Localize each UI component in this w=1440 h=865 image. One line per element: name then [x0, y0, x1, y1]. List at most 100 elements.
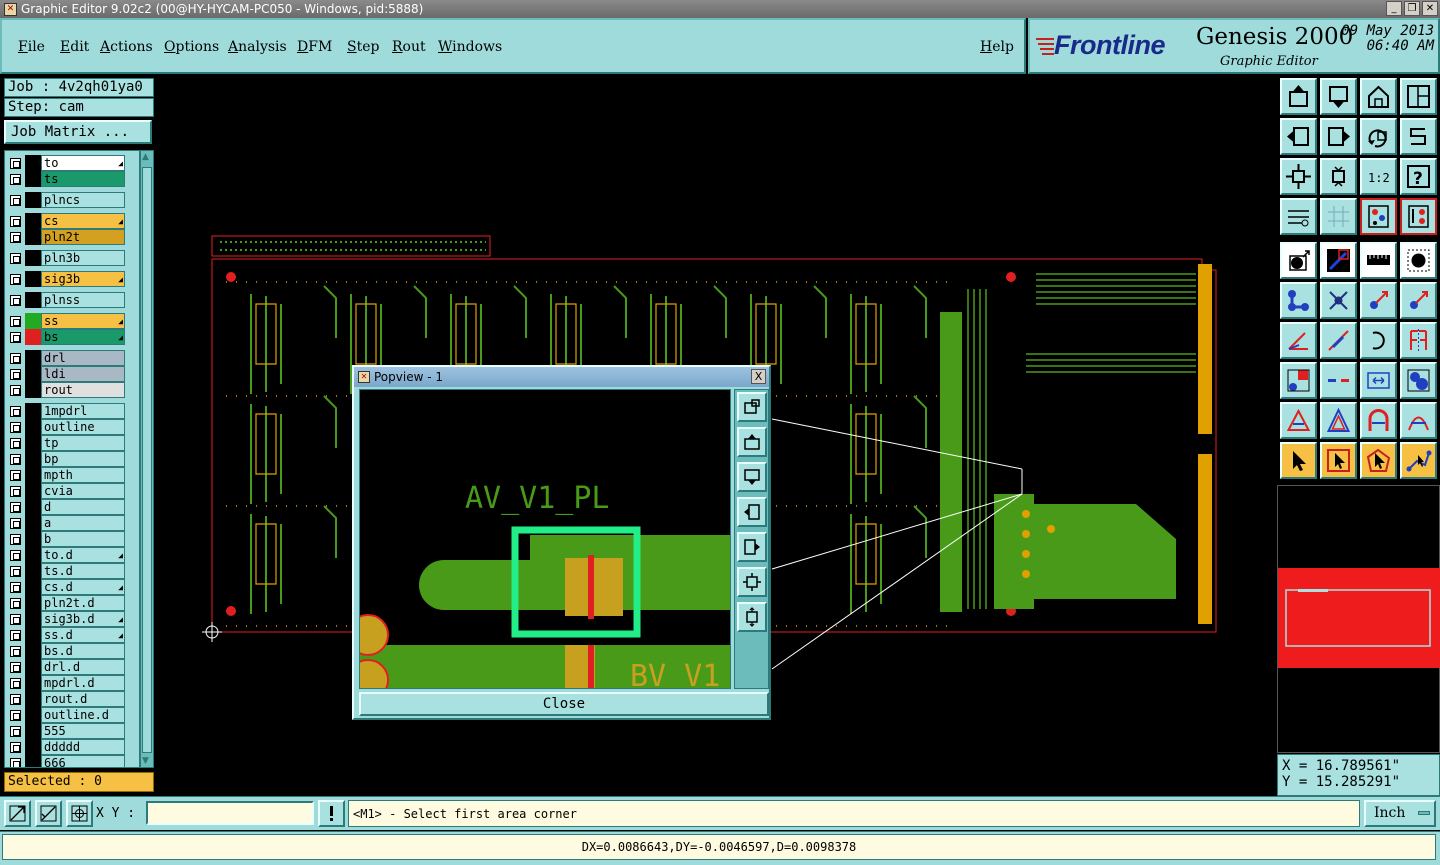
layer-row[interactable]: to.d: [5, 547, 139, 563]
layer-color-swatch[interactable]: [25, 419, 41, 435]
add-line-button[interactable]: [1320, 242, 1357, 279]
layer-color-swatch[interactable]: [25, 292, 41, 308]
layer-checkbox[interactable]: [10, 274, 21, 285]
layer-checkbox[interactable]: [10, 566, 21, 577]
layer-name[interactable]: a: [41, 515, 125, 531]
layer-row[interactable]: b: [5, 531, 139, 547]
layer-name[interactable]: ddddd: [41, 739, 125, 755]
select-pointer-button[interactable]: [1280, 442, 1317, 479]
layer-row[interactable]: ldi: [5, 366, 139, 382]
layer-checkbox[interactable]: [10, 662, 21, 673]
layer-checkbox[interactable]: [10, 174, 21, 185]
layer-name[interactable]: bs.d: [41, 643, 125, 659]
layer-row[interactable]: bp: [5, 451, 139, 467]
layer-color-swatch[interactable]: [25, 403, 41, 419]
draw-diagonal-button[interactable]: [1320, 322, 1357, 359]
popview-zoom-in-button[interactable]: [737, 567, 767, 597]
layer-color-swatch[interactable]: [25, 155, 41, 171]
layer-checkbox[interactable]: [10, 438, 21, 449]
popview-pan-down-button[interactable]: [737, 462, 767, 492]
home-pan-up-button[interactable]: [1280, 78, 1317, 115]
layer-checkbox[interactable]: [10, 694, 21, 705]
layer-checkbox[interactable]: [10, 550, 21, 561]
scroll-down-icon[interactable]: ▼: [142, 756, 149, 766]
menu-edit[interactable]: Edit: [60, 39, 89, 55]
popview-zoom-window-button[interactable]: [737, 392, 767, 422]
layer-row[interactable]: cs.d: [5, 579, 139, 595]
feature-select-button[interactable]: [1280, 242, 1317, 279]
layer-checkbox[interactable]: [10, 518, 21, 529]
pan-down-button[interactable]: [1320, 78, 1357, 115]
layer-name[interactable]: cs: [41, 213, 125, 229]
layer-checkbox[interactable]: [10, 742, 21, 753]
overview-map[interactable]: [1277, 485, 1440, 753]
layer-checkbox[interactable]: [10, 316, 21, 327]
layer-color-swatch[interactable]: [25, 467, 41, 483]
layer-color-swatch[interactable]: [25, 595, 41, 611]
layer-name[interactable]: ts: [41, 171, 125, 187]
layer-row[interactable]: cvia: [5, 483, 139, 499]
redraw-button[interactable]: [1360, 118, 1397, 155]
layer-color-swatch[interactable]: [25, 366, 41, 382]
layer-name[interactable]: drl: [41, 350, 125, 366]
layer-checkbox[interactable]: [10, 454, 21, 465]
snap-layers-button[interactable]: [1360, 198, 1397, 235]
layer-row[interactable]: to: [5, 155, 139, 171]
layer-color-swatch[interactable]: [25, 313, 41, 329]
layer-row[interactable]: drl.d: [5, 659, 139, 675]
popview-close-x[interactable]: X: [751, 369, 766, 384]
layer-color-swatch[interactable]: [25, 723, 41, 739]
layer-row[interactable]: ts: [5, 171, 139, 187]
layer-color-swatch[interactable]: [25, 229, 41, 245]
layer-color-swatch[interactable]: [25, 611, 41, 627]
layer-color-swatch[interactable]: [25, 707, 41, 723]
resize-button[interactable]: [1360, 362, 1397, 399]
layer-checkbox[interactable]: [10, 353, 21, 364]
layer-checkbox[interactable]: [10, 470, 21, 481]
layer-color-swatch[interactable]: [25, 329, 41, 345]
layer-checkbox[interactable]: [10, 646, 21, 657]
connect-pads-button[interactable]: [1280, 282, 1317, 319]
layer-name[interactable]: 555: [41, 723, 125, 739]
layer-color-swatch[interactable]: [25, 271, 41, 287]
layer-row[interactable]: bs.d: [5, 643, 139, 659]
layer-name[interactable]: ldi: [41, 366, 125, 382]
pan-right-button[interactable]: [1320, 118, 1357, 155]
layer-color-swatch[interactable]: [25, 739, 41, 755]
alert-button[interactable]: [318, 800, 345, 827]
cross-select-button[interactable]: [1320, 282, 1357, 319]
layer-row[interactable]: sig3b: [5, 271, 139, 287]
layer-row[interactable]: mpdrl.d: [5, 675, 139, 691]
scroll-thumb[interactable]: [142, 167, 152, 753]
layer-checkbox[interactable]: [10, 502, 21, 513]
layer-checkbox[interactable]: [10, 678, 21, 689]
layer-checkbox[interactable]: [10, 726, 21, 737]
layer-row[interactable]: pln3b: [5, 250, 139, 266]
layer-name[interactable]: mpdrl.d: [41, 675, 125, 691]
snap-settings-button[interactable]: [1400, 198, 1437, 235]
popview-canvas[interactable]: AV_V1_PL BV_V1: [359, 389, 731, 689]
select-box-button[interactable]: [1320, 442, 1357, 479]
units-dropdown[interactable]: Inch: [1364, 800, 1436, 827]
layer-color-swatch[interactable]: [25, 691, 41, 707]
layer-row[interactable]: mpth: [5, 467, 139, 483]
popview-pan-left-button[interactable]: [737, 497, 767, 527]
fill-polygon-button[interactable]: [1360, 402, 1397, 439]
view-window-button[interactable]: [1400, 78, 1437, 115]
menu-dfm[interactable]: DFM: [297, 39, 332, 55]
layer-name[interactable]: ss: [41, 313, 125, 329]
layer-name[interactable]: 1mpdrl: [41, 403, 125, 419]
popview-close-button[interactable]: Close: [359, 692, 769, 716]
popview-pan-right-button[interactable]: [737, 532, 767, 562]
layer-color-swatch[interactable]: [25, 579, 41, 595]
layer-color-swatch[interactable]: [25, 499, 41, 515]
move-feature-button[interactable]: [1360, 282, 1397, 319]
layer-row[interactable]: ss: [5, 313, 139, 329]
layer-checkbox[interactable]: [10, 614, 21, 625]
layer-row[interactable]: pln2t: [5, 229, 139, 245]
layer-row[interactable]: outline.d: [5, 707, 139, 723]
menu-actions[interactable]: Actions: [100, 39, 153, 55]
layer-row[interactable]: plncs: [5, 192, 139, 208]
layer-color-swatch[interactable]: [25, 171, 41, 187]
line-break-button[interactable]: [1320, 362, 1357, 399]
